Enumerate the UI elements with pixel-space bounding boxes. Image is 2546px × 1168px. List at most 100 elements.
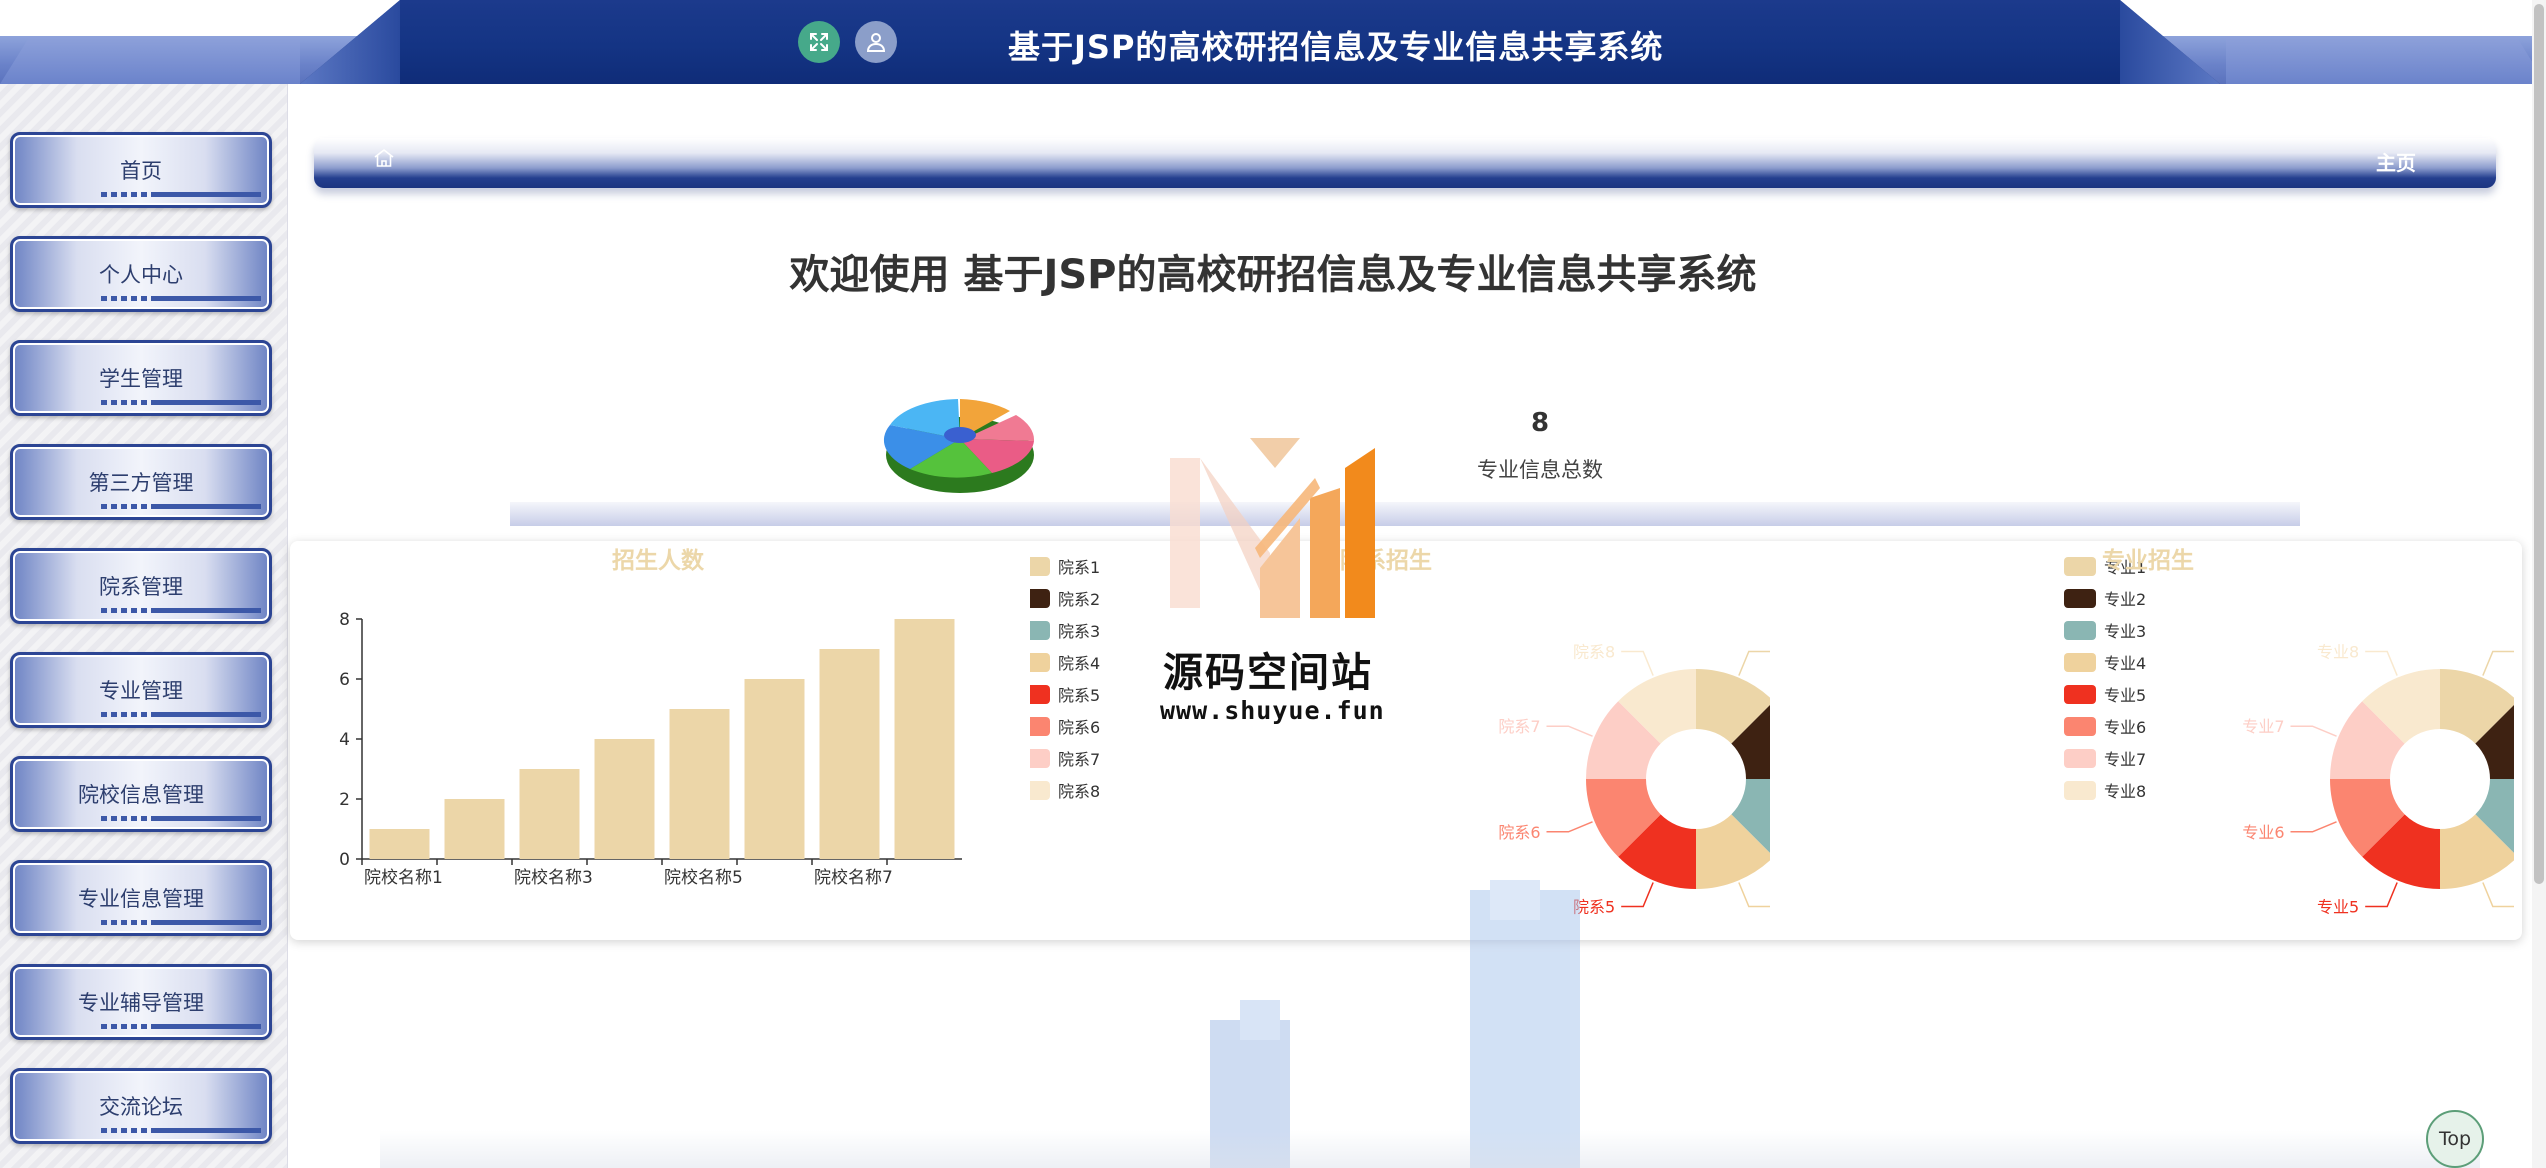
legend-label[interactable]: 专业5 bbox=[2104, 686, 2146, 705]
label-leader-line bbox=[2482, 882, 2514, 908]
legend-swatch[interactable] bbox=[1030, 621, 1050, 640]
legend-swatch[interactable] bbox=[1030, 653, 1050, 672]
major-chart-title: 专业招生 bbox=[2102, 548, 2194, 574]
label-leader-line bbox=[2290, 725, 2337, 737]
slice-label: 专业6 bbox=[2242, 823, 2284, 842]
sidebar-item-label: 专业管理 bbox=[99, 679, 183, 703]
sidebar-item-label: 学生管理 bbox=[99, 367, 183, 391]
legend-label[interactable]: 专业2 bbox=[2104, 590, 2146, 609]
x-tick-label: 院校名称1 bbox=[364, 868, 443, 888]
legend-swatch[interactable] bbox=[1030, 589, 1050, 608]
label-leader-line bbox=[2482, 650, 2514, 676]
legend-swatch[interactable] bbox=[1030, 557, 1050, 576]
legend-swatch[interactable] bbox=[2064, 621, 2096, 640]
slice-label: 专业7 bbox=[2242, 717, 2284, 736]
menu-decoration bbox=[101, 192, 261, 197]
menu-decoration bbox=[101, 712, 261, 717]
sidebar-item-3[interactable]: 学生管理 bbox=[10, 340, 272, 416]
sidebar-item-label: 专业辅导管理 bbox=[78, 991, 204, 1015]
label-leader-line bbox=[2365, 882, 2398, 908]
sidebar-item-label: 院系管理 bbox=[99, 575, 183, 599]
back-to-top-button[interactable]: Top bbox=[2426, 1110, 2484, 1168]
bar[interactable] bbox=[594, 739, 655, 859]
legend-swatch[interactable] bbox=[1030, 781, 1050, 800]
legend-swatch[interactable] bbox=[2064, 717, 2096, 736]
sidebar-item-4[interactable]: 第三方管理 bbox=[10, 444, 272, 520]
label-leader-line bbox=[1546, 725, 1593, 737]
sidebar-item-9[interactable]: 专业辅导管理 bbox=[10, 964, 272, 1040]
legend-swatch[interactable] bbox=[1030, 749, 1050, 768]
menu-decoration bbox=[101, 400, 261, 405]
legend-label[interactable]: 专业4 bbox=[2104, 654, 2146, 673]
legend-label[interactable]: 专业6 bbox=[2104, 718, 2146, 737]
menu-decoration bbox=[101, 920, 261, 925]
legend-swatch[interactable] bbox=[2064, 589, 2096, 608]
legend-swatch[interactable] bbox=[1030, 685, 1050, 704]
label-leader-line bbox=[1738, 882, 1770, 908]
sidebar-item-7[interactable]: 院校信息管理 bbox=[10, 756, 272, 832]
legend-swatch[interactable] bbox=[2064, 781, 2096, 800]
bar[interactable] bbox=[669, 709, 730, 859]
watermark-url: www.shuyue.fun bbox=[1160, 696, 1385, 725]
legend-label[interactable]: 专业7 bbox=[2104, 750, 2146, 769]
x-tick-label: 院校名称5 bbox=[664, 868, 743, 888]
home-icon[interactable] bbox=[372, 146, 396, 170]
menu-decoration bbox=[101, 504, 261, 509]
legend-label[interactable]: 院系4 bbox=[1058, 654, 1100, 673]
sidebar-item-label: 专业信息管理 bbox=[78, 887, 204, 911]
label-leader-line bbox=[2365, 650, 2398, 676]
user-icon bbox=[866, 33, 886, 52]
label-leader-line bbox=[1621, 650, 1654, 676]
legend-swatch[interactable] bbox=[2064, 749, 2096, 768]
legend-label[interactable]: 院系3 bbox=[1058, 622, 1100, 641]
sidebar-item-label: 第三方管理 bbox=[88, 471, 194, 495]
scrollbar-thumb[interactable] bbox=[2534, 4, 2544, 884]
legend-label[interactable]: 院系5 bbox=[1058, 686, 1100, 705]
menu-decoration bbox=[101, 816, 261, 821]
app-title: 基于JSP的高校研招信息及专业信息共享系统 bbox=[1008, 28, 1664, 66]
page-scrollbar[interactable] bbox=[2532, 0, 2546, 1168]
sidebar-item-1[interactable]: 首页 bbox=[10, 132, 272, 208]
y-tick-label: 0 bbox=[339, 850, 350, 870]
legend-label[interactable]: 院系7 bbox=[1058, 750, 1100, 769]
bar[interactable] bbox=[519, 769, 580, 859]
y-tick-label: 2 bbox=[339, 790, 350, 810]
sidebar-item-8[interactable]: 专业信息管理 bbox=[10, 860, 272, 936]
bar-chart: 0 2 4 6 8 院校名称1 院校名称3 院校名称5 院校名称7 bbox=[339, 610, 962, 888]
bar[interactable] bbox=[894, 619, 955, 859]
stat-band bbox=[510, 502, 2300, 526]
breadcrumb-current[interactable]: 主页 bbox=[2376, 147, 2416, 176]
stat-label: 专业信息总数 bbox=[1477, 458, 1603, 482]
legend-label[interactable]: 专业8 bbox=[2104, 782, 2146, 801]
legend-swatch[interactable] bbox=[2064, 685, 2096, 704]
legend-label[interactable]: 院系6 bbox=[1058, 718, 1100, 737]
x-tick-label: 院校名称7 bbox=[814, 868, 893, 888]
sidebar-item-5[interactable]: 院系管理 bbox=[10, 548, 272, 624]
welcome-heading: 欢迎使用 基于JSP的高校研招信息及专业信息共享系统 bbox=[789, 252, 1757, 298]
label-leader-line bbox=[1738, 650, 1770, 676]
legend-label[interactable]: 院系2 bbox=[1058, 590, 1100, 609]
legend-swatch[interactable] bbox=[2064, 653, 2096, 672]
user-button[interactable] bbox=[855, 21, 897, 63]
bar[interactable] bbox=[744, 679, 805, 859]
background-building-image bbox=[1210, 880, 1580, 1168]
legend-label[interactable]: 院系1 bbox=[1058, 558, 1100, 577]
header-right-wing bbox=[2226, 36, 2546, 84]
legend-label[interactable]: 院系8 bbox=[1058, 782, 1100, 801]
slice-label: 院系6 bbox=[1498, 823, 1540, 842]
bar[interactable] bbox=[819, 649, 880, 859]
legend-label[interactable]: 专业3 bbox=[2104, 622, 2146, 641]
menu-decoration bbox=[101, 1128, 261, 1133]
watermark-title: 源码空间站 bbox=[1163, 650, 1373, 696]
sidebar-item-10[interactable]: 交流论坛 bbox=[10, 1068, 272, 1144]
major-pie-chart: 专业1专业2专业3专业4专业5专业6专业7专业8专业1专业2专业3专业4专业5专… bbox=[2064, 557, 2514, 916]
menu-decoration bbox=[101, 1024, 261, 1029]
legend-swatch[interactable] bbox=[2064, 557, 2096, 576]
menu-decoration bbox=[101, 608, 261, 613]
slice-label: 专业5 bbox=[2317, 897, 2359, 916]
sidebar-item-6[interactable]: 专业管理 bbox=[10, 652, 272, 728]
legend-swatch[interactable] bbox=[1030, 717, 1050, 736]
bar[interactable] bbox=[444, 799, 505, 859]
bar[interactable] bbox=[369, 829, 430, 859]
fullscreen-button[interactable] bbox=[798, 21, 840, 63]
